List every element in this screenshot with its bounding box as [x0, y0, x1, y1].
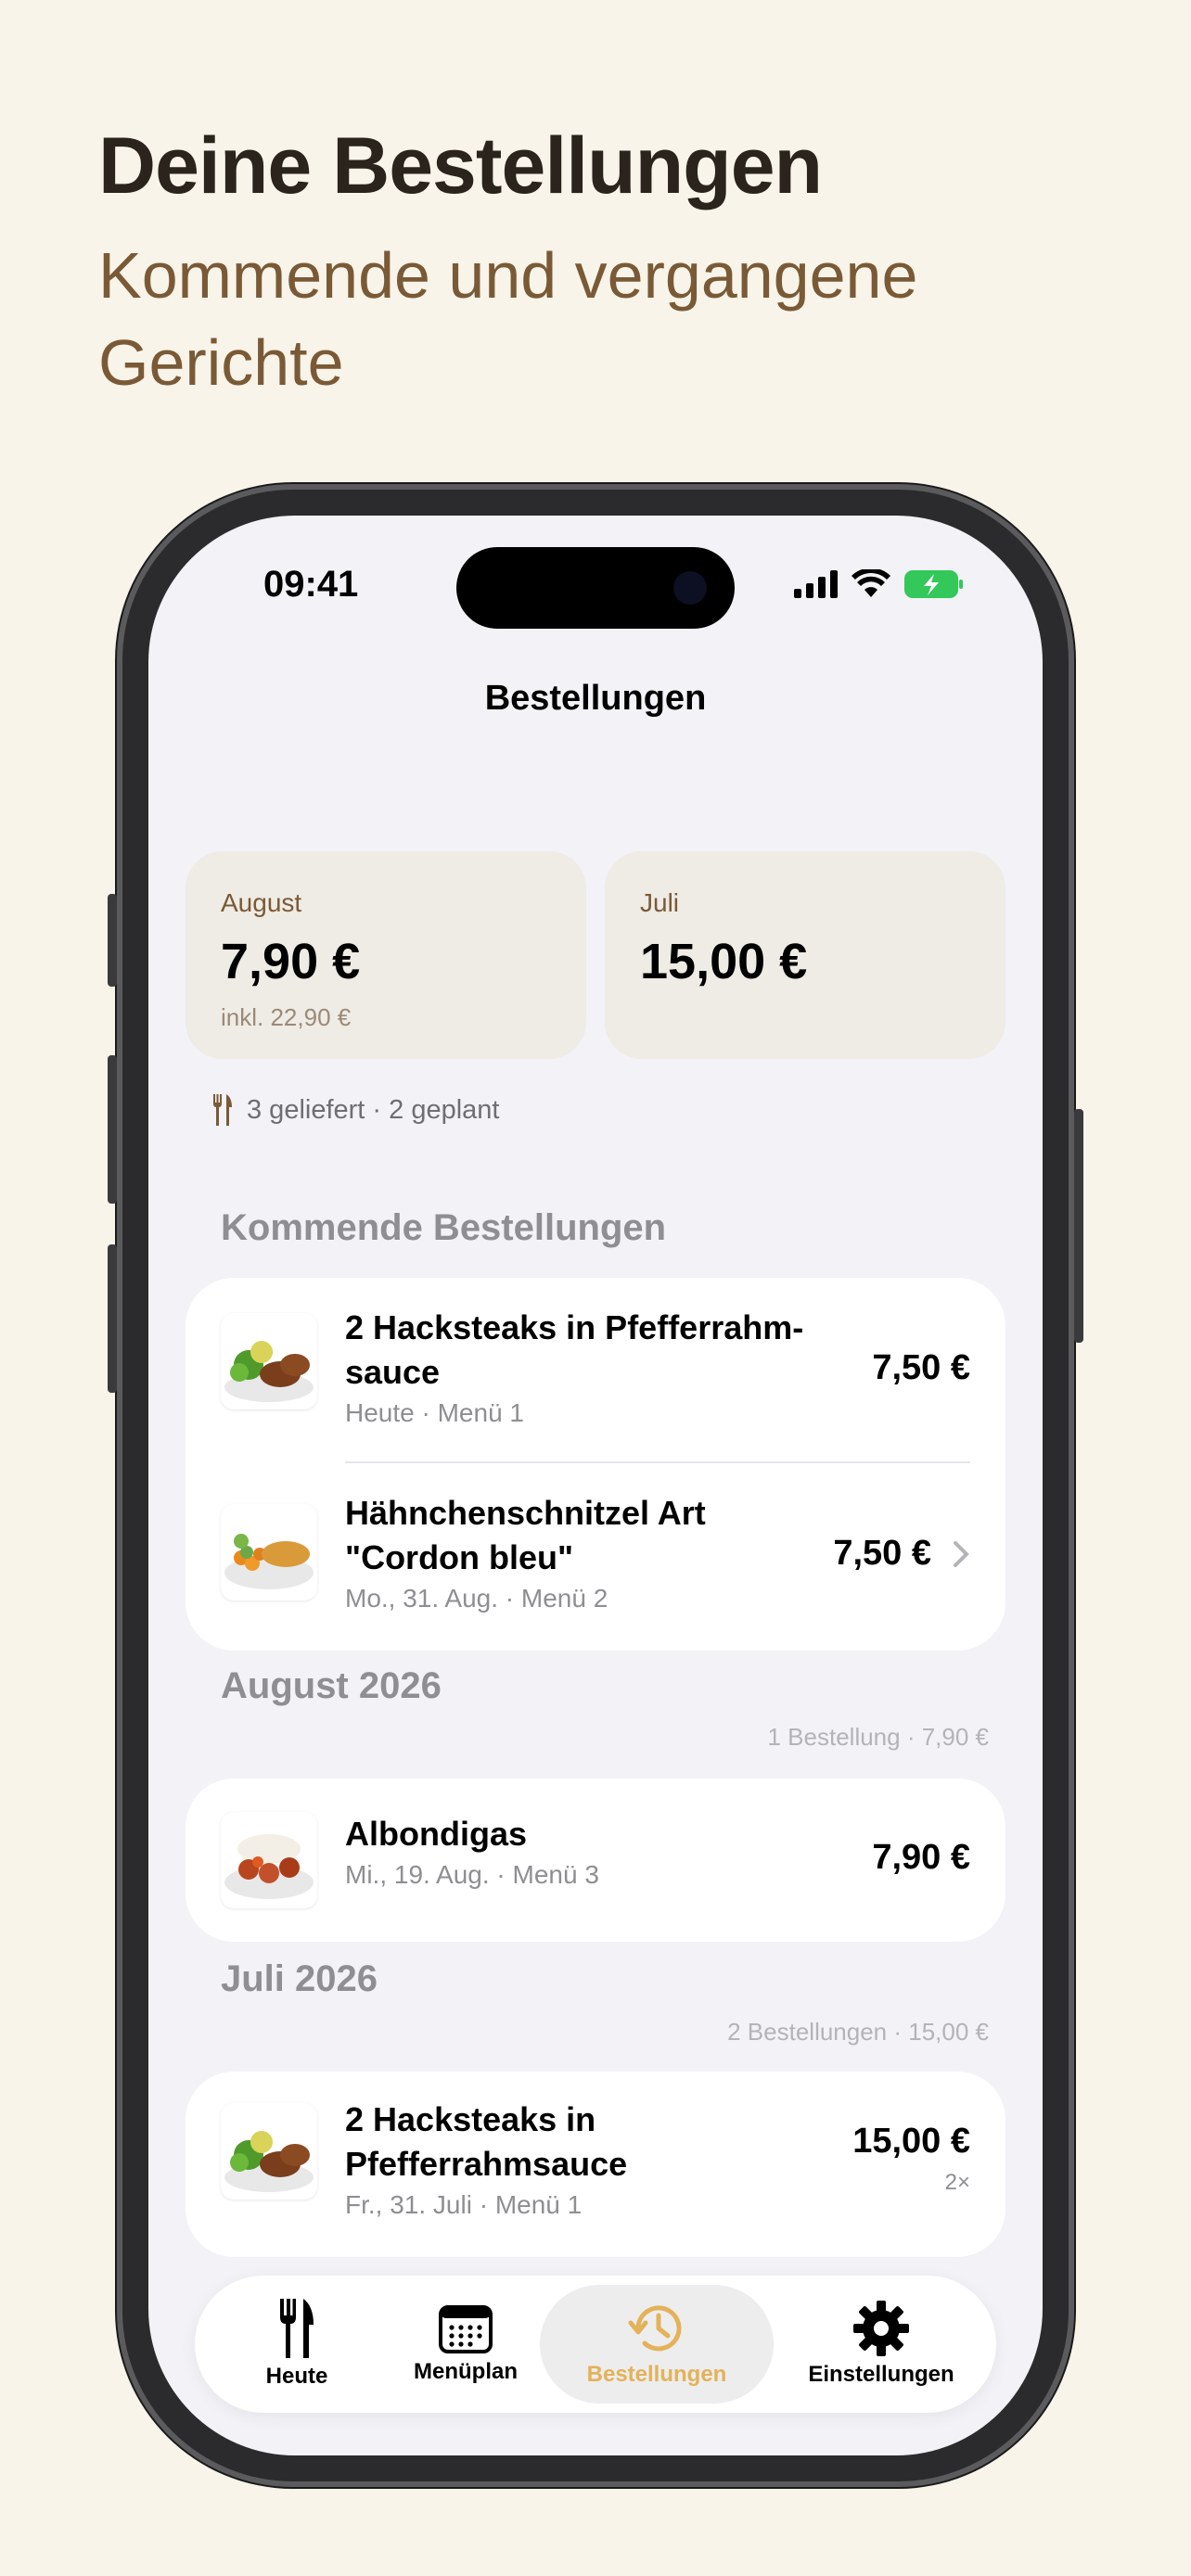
power-button	[1074, 1109, 1083, 1343]
order-price: 7,90 €	[872, 1838, 970, 1877]
wifi-icon	[852, 569, 890, 597]
dish-image-icon	[224, 1534, 314, 1589]
volume-up-button	[108, 1055, 117, 1204]
tab-label: Einstellungen	[808, 2362, 954, 2387]
order-row[interactable]: 2 Hacksteaks in Pfefferrahm- sauce Heute…	[186, 1278, 1005, 1463]
summary-card-august[interactable]: August 7,90 € inkl. 22,90 €	[186, 851, 586, 1059]
order-title: Albondigas	[345, 1815, 527, 1853]
tab-label: Heute	[265, 2364, 328, 2389]
july-orders-card: 2 Hacksteaks in Pfefferrahmsauce Fr., 31…	[186, 2072, 1005, 2257]
summary-amount: 15,00 €	[640, 934, 808, 989]
summary-card-july[interactable]: Juli 15,00 €	[605, 851, 1005, 1059]
page-subtitle: Kommende und vergangene Gerichte	[98, 239, 918, 399]
section-title-july: Juli 2026	[221, 1958, 378, 1999]
tab-menueplan[interactable]: Menüplan	[401, 2276, 531, 2413]
camera-icon	[673, 571, 707, 605]
calendar-icon	[439, 2305, 493, 2353]
phone-screen: 09:41 Bestellungen August 7,90 € inkl. 2…	[148, 516, 1043, 2455]
summary-subtext: inkl. 22,90 €	[221, 1003, 352, 1031]
fork-knife-icon	[213, 1094, 232, 1126]
upcoming-orders-card: 2 Hacksteaks in Pfefferrahm- sauce Heute…	[186, 1278, 1005, 1651]
tab-label: Bestellungen	[586, 2362, 727, 2387]
summary-month: Juli	[640, 888, 680, 917]
gear-icon	[853, 2301, 909, 2356]
volume-down-button	[108, 1244, 117, 1393]
august-orders-card: Albondigas Mi., 19. Aug. · Menü 3 7,90 €	[186, 1779, 1005, 1942]
order-row[interactable]: Albondigas Mi., 19. Aug. · Menü 3 7,90 €	[186, 1779, 1005, 1942]
fork-knife-icon	[280, 2299, 314, 2358]
order-price: 7,50 €	[833, 1534, 931, 1573]
action-button	[108, 894, 117, 987]
dish-image-icon	[224, 2131, 314, 2192]
order-title: Hähnchenschnitzel Art "Cordon bleu"	[345, 1494, 706, 1576]
dish-thumbnail	[221, 1504, 317, 1600]
tab-bestellungen[interactable]: Bestellungen	[540, 2285, 774, 2404]
dish-thumbnail	[221, 2103, 317, 2200]
dish-thumbnail	[221, 1812, 317, 1908]
status-time: 09:41	[263, 564, 359, 605]
section-title-august: August 2026	[221, 1665, 442, 1706]
summary-amount: 7,90 €	[221, 934, 361, 989]
delivery-info: 3 geliefert · 2 geplant	[211, 1094, 499, 1126]
history-icon	[628, 2305, 682, 2352]
section-meta-july: 2 Bestellungen · 15,00 €	[727, 2018, 989, 2046]
order-quantity: 2×	[944, 2170, 970, 2195]
page-headline: Deine Bestellungen	[98, 121, 823, 210]
order-subtitle: Heute · Menü 1	[345, 1398, 524, 1427]
delivery-info-text: 3 geliefert · 2 geplant	[247, 1094, 500, 1125]
summary-month: August	[221, 888, 302, 917]
tab-heute[interactable]: Heute	[232, 2276, 362, 2413]
order-row[interactable]: Hähnchenschnitzel Art "Cordon bleu" Mo.,…	[186, 1463, 1005, 1651]
order-title: 2 Hacksteaks in Pfefferrahmsauce	[345, 2100, 628, 2183]
dynamic-island	[456, 547, 735, 629]
dish-image-icon	[224, 1834, 314, 1899]
order-title: 2 Hacksteaks in Pfefferrahm- sauce	[345, 1308, 804, 1391]
order-price: 15,00 €	[852, 2122, 970, 2161]
tab-einstellungen[interactable]: Einstellungen	[788, 2276, 974, 2413]
order-row[interactable]: 2 Hacksteaks in Pfefferrahmsauce Fr., 31…	[186, 2072, 1005, 2257]
order-subtitle: Fr., 31. Juli · Menü 1	[345, 2190, 583, 2219]
order-price: 7,50 €	[872, 1348, 970, 1387]
dish-thumbnail	[221, 1313, 317, 1409]
tab-bar: Heute Menüplan Bestellungen Einstellunge…	[195, 2276, 996, 2413]
nav-title: Bestellungen	[484, 679, 707, 718]
dish-image-icon	[224, 1341, 314, 1402]
order-subtitle: Mi., 19. Aug. · Menü 3	[345, 1860, 599, 1889]
battery-charging-icon	[904, 570, 963, 598]
signal-icon	[794, 570, 838, 598]
section-title-upcoming: Kommende Bestellungen	[221, 1207, 667, 1248]
status-icons	[794, 567, 965, 601]
chevron-right-icon	[954, 1541, 969, 1567]
section-meta-august: 1 Bestellung · 7,90 €	[767, 1723, 990, 1751]
order-subtitle: Mo., 31. Aug. · Menü 2	[345, 1584, 608, 1613]
tab-label: Menüplan	[414, 2359, 518, 2384]
